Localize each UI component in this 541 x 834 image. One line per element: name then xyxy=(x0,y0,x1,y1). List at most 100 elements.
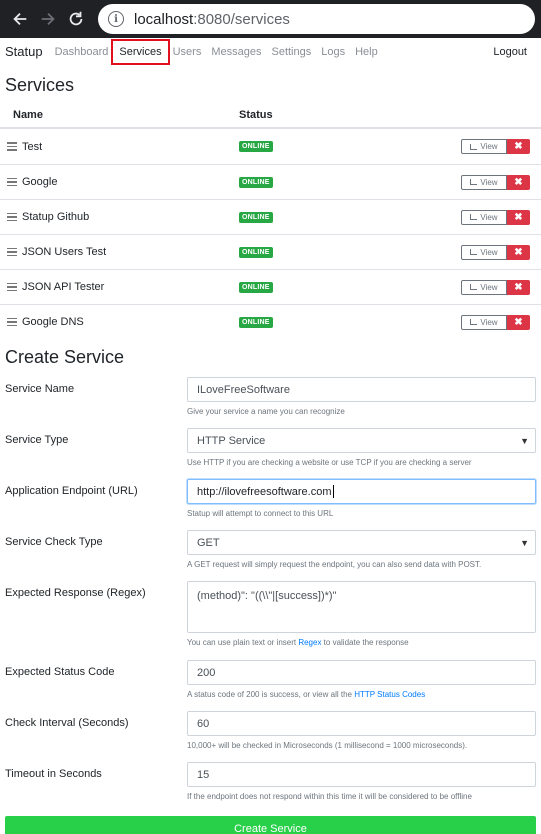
drag-handle-icon[interactable] xyxy=(7,282,17,292)
drag-handle-icon[interactable] xyxy=(7,177,17,187)
service-name: Statup Github xyxy=(22,211,90,223)
view-label: View xyxy=(480,142,498,151)
service-type-select[interactable]: HTTP Service ▼ xyxy=(187,428,536,453)
service-name: JSON Users Test xyxy=(22,246,107,258)
services-heading: Services xyxy=(5,75,75,95)
status-code-label: Expected Status Code xyxy=(5,666,115,678)
check-type-help: A GET request will simply request the en… xyxy=(187,560,482,569)
service-type-label: Service Type xyxy=(5,434,69,446)
nav-messages[interactable]: Messages xyxy=(211,46,261,58)
table-row: Statup Github ONLINE View ✖ xyxy=(0,199,541,234)
table-row: JSON Users Test ONLINE View ✖ xyxy=(0,234,541,269)
regex-link[interactable]: Regex xyxy=(298,638,321,647)
drag-handle-icon[interactable] xyxy=(7,142,17,151)
service-name-help: Give your service a name you can recogni… xyxy=(187,407,345,416)
row-actions: View ✖ xyxy=(461,174,530,190)
service-name-input[interactable]: ILoveFreeSoftware xyxy=(187,377,536,402)
status-code-help: A status code of 200 is success, or view… xyxy=(187,690,536,699)
create-service-button[interactable]: Create Service xyxy=(5,816,536,834)
delete-button[interactable]: ✖ xyxy=(507,209,530,225)
endpoint-value: http://ilovefreesoftware.com xyxy=(197,485,332,498)
delete-button[interactable]: ✖ xyxy=(507,279,530,295)
endpoint-input[interactable]: http://ilovefreesoftware.com xyxy=(187,479,536,504)
view-label: View xyxy=(480,247,498,257)
table-row: Google DNS ONLINE View ✖ xyxy=(0,304,541,339)
view-label: View xyxy=(480,177,498,187)
reload-icon[interactable] xyxy=(62,5,90,33)
nav-help[interactable]: Help xyxy=(355,46,378,58)
expected-response-label: Expected Response (Regex) xyxy=(5,587,146,599)
interval-help: 10,000+ will be checked in Microseconds … xyxy=(187,741,468,750)
check-type-value: GET xyxy=(197,536,220,549)
expected-response-textarea[interactable]: (method)": "((\\"|[success])*)" xyxy=(187,581,536,633)
info-icon[interactable]: i xyxy=(108,11,124,27)
delete-button[interactable]: ✖ xyxy=(507,244,530,260)
forward-arrow-icon[interactable] xyxy=(34,5,62,33)
browser-toolbar: i localhost:8080/services xyxy=(0,0,541,38)
interval-label: Check Interval (Seconds) xyxy=(5,717,129,729)
check-type-label: Service Check Type xyxy=(5,536,103,548)
services-table-body: Test ONLINE View ✖ Google ONLINE View ✖ Statup G… xyxy=(0,129,541,339)
view-button[interactable]: View xyxy=(461,209,507,225)
text-cursor xyxy=(332,485,334,498)
row-actions: View ✖ xyxy=(461,139,530,154)
drag-handle-icon[interactable] xyxy=(7,212,17,222)
row-actions: View ✖ xyxy=(461,279,530,295)
timeout-input[interactable]: 15 xyxy=(187,762,536,787)
delete-button[interactable]: ✖ xyxy=(507,139,530,154)
expected-response-help-text: You can use plain text or insert xyxy=(187,638,299,647)
expected-response-help: You can use plain text or insert Regex t… xyxy=(187,638,536,647)
delete-button[interactable]: ✖ xyxy=(507,174,530,190)
interval-input[interactable]: 60 xyxy=(187,711,536,736)
status-badge: ONLINE xyxy=(239,211,273,223)
address-bar[interactable]: i localhost:8080/services xyxy=(98,4,535,34)
nav-logs[interactable]: Logs xyxy=(321,46,345,58)
view-button[interactable]: View xyxy=(461,139,507,154)
nav-settings[interactable]: Settings xyxy=(271,46,311,58)
create-service-heading: Create Service xyxy=(5,347,125,367)
table-row: Test ONLINE View ✖ xyxy=(0,129,541,164)
delete-button[interactable]: ✖ xyxy=(507,314,530,330)
brand-logo[interactable]: Statup xyxy=(5,44,43,59)
chart-icon xyxy=(470,249,478,255)
url-path: :8080/services xyxy=(193,10,290,28)
view-label: View xyxy=(480,317,498,327)
timeout-label: Timeout in Seconds xyxy=(5,768,102,780)
status-badge: ONLINE xyxy=(239,176,273,188)
status-badge: ONLINE xyxy=(239,246,273,258)
chart-icon xyxy=(470,284,478,290)
service-name: Google DNS xyxy=(22,316,84,328)
view-button[interactable]: View xyxy=(461,174,507,190)
view-button[interactable]: View xyxy=(461,314,507,330)
service-name: JSON API Tester xyxy=(22,281,105,293)
drag-handle-icon[interactable] xyxy=(7,247,17,257)
drag-handle-icon[interactable] xyxy=(7,317,17,327)
chart-icon xyxy=(470,319,478,325)
row-actions: View ✖ xyxy=(461,314,530,330)
service-name: Google xyxy=(22,176,58,188)
row-actions: View ✖ xyxy=(461,244,530,260)
table-row: JSON API Tester ONLINE View ✖ xyxy=(0,269,541,304)
status-code-input[interactable]: 200 xyxy=(187,660,536,685)
status-code-help-text: A status code of 200 is success, or view… xyxy=(187,690,355,699)
nav-services[interactable]: Services xyxy=(111,38,170,65)
url-host: localhost xyxy=(134,10,194,28)
service-name: Test xyxy=(22,140,43,153)
column-name-header: Name xyxy=(13,108,43,121)
create-service-form: Service Name ILoveFreeSoftware Give your… xyxy=(0,377,541,806)
check-type-select[interactable]: GET ▼ xyxy=(187,530,536,555)
column-status-header: Status xyxy=(239,108,273,121)
status-badge: ONLINE xyxy=(239,141,273,152)
services-table-header: Name Status xyxy=(0,102,541,129)
nav-dashboard[interactable]: Dashboard xyxy=(55,46,109,58)
http-status-codes-link[interactable]: HTTP Status Codes xyxy=(354,690,425,699)
table-row: Google ONLINE View ✖ xyxy=(0,164,541,199)
caret-down-icon: ▼ xyxy=(520,537,529,548)
logout-link[interactable]: Logout xyxy=(493,46,527,58)
back-arrow-icon[interactable] xyxy=(6,5,34,33)
view-button[interactable]: View xyxy=(461,279,507,295)
nav-users[interactable]: Users xyxy=(173,46,202,58)
chart-icon xyxy=(470,179,478,185)
timeout-help: If the endpoint does not respond within … xyxy=(187,792,472,801)
view-button[interactable]: View xyxy=(461,244,507,260)
